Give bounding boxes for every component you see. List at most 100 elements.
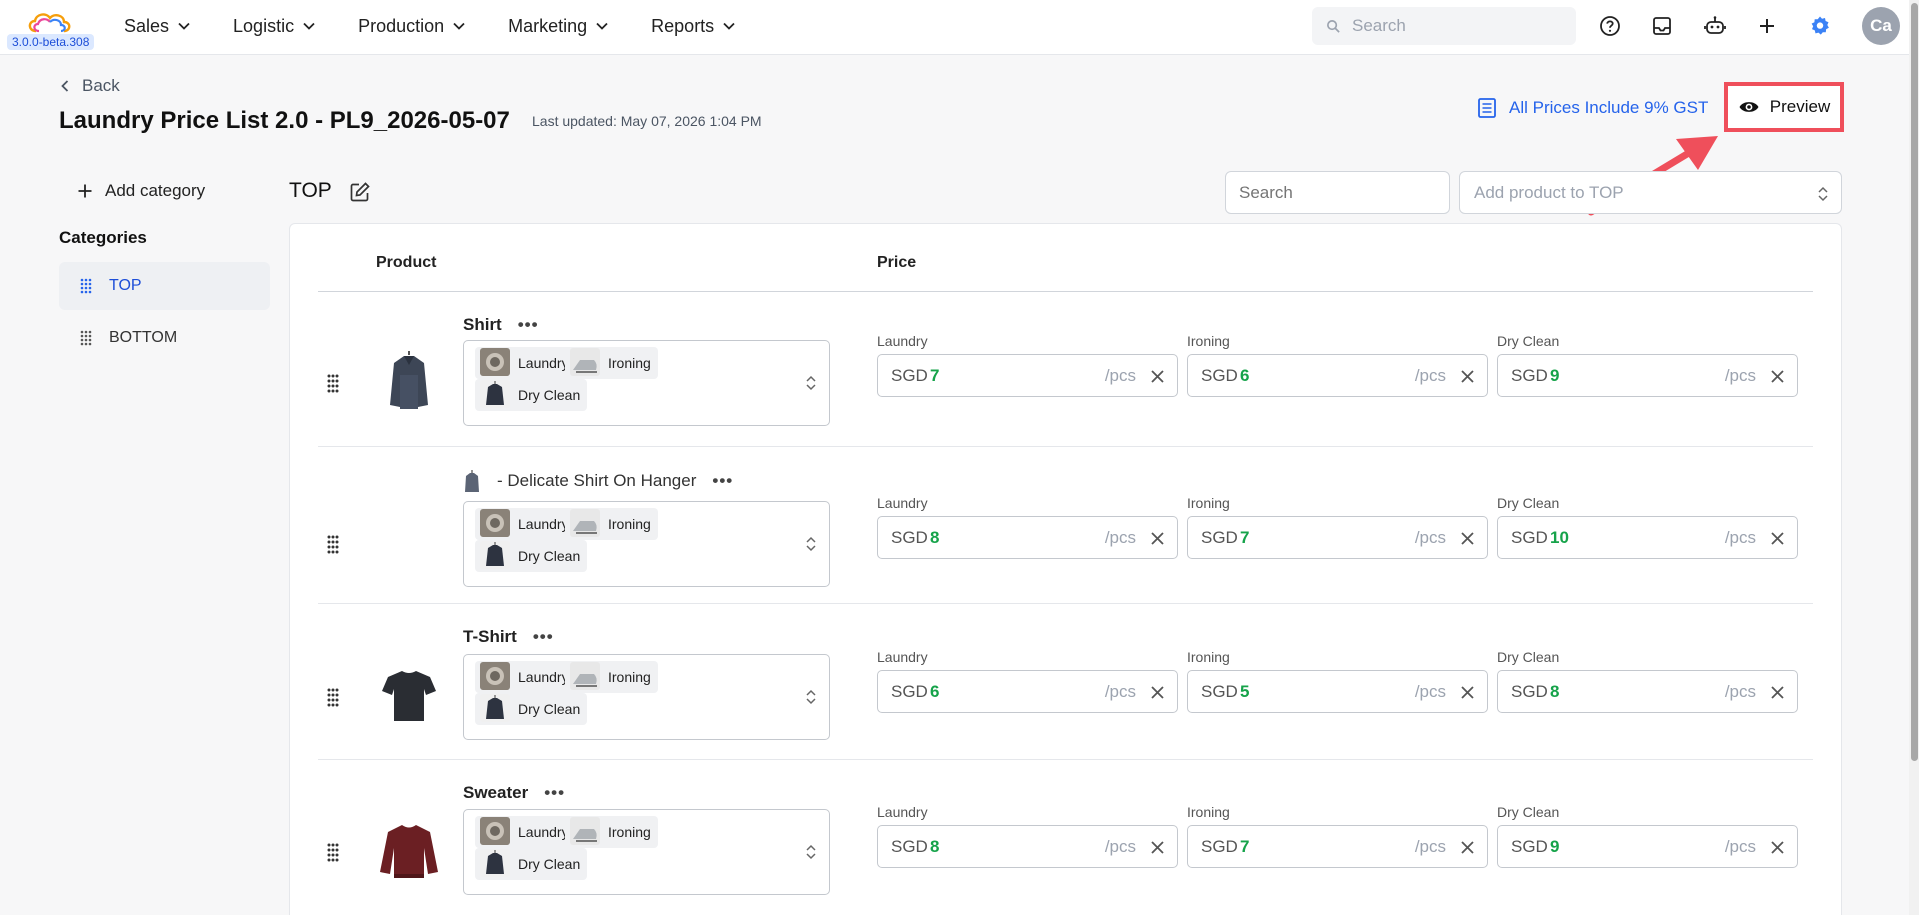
- price-input[interactable]: SGD 8/pcs: [877, 516, 1178, 559]
- service-chip[interactable]: Ironing: [565, 347, 658, 379]
- help-icon[interactable]: [1597, 13, 1623, 39]
- service-chip[interactable]: Ironing: [565, 508, 658, 540]
- service-chip[interactable]: Laundry: [475, 508, 576, 540]
- row-divider: [318, 446, 1813, 447]
- currency-label: SGD: [1201, 366, 1238, 385]
- category-item-top[interactable]: TOP: [59, 262, 270, 310]
- price-input[interactable]: SGD 9/pcs: [1497, 825, 1798, 868]
- price-input[interactable]: SGD 7/pcs: [1187, 825, 1488, 868]
- unit-label: /pcs: [1104, 528, 1136, 547]
- price-label: Ironing: [1187, 804, 1230, 820]
- gst-label: All Prices Include 9% GST: [1509, 98, 1709, 117]
- edit-icon[interactable]: [349, 181, 371, 203]
- service-thumbnail: [480, 347, 510, 379]
- service-chip-label: Ironing: [608, 355, 651, 371]
- drag-handle-icon: [80, 278, 92, 294]
- drag-handle-icon[interactable]: [322, 841, 344, 863]
- page-scrollbar[interactable]: [1909, 0, 1919, 915]
- price-value: 5: [1240, 682, 1250, 701]
- price-input[interactable]: SGD 6/pcs: [877, 670, 1178, 713]
- price-input[interactable]: SGD 10/pcs: [1497, 516, 1798, 559]
- service-chip[interactable]: Dry Clean: [475, 379, 588, 411]
- currency-label: SGD: [1511, 528, 1548, 547]
- user-avatar[interactable]: Ca: [1862, 7, 1900, 45]
- price-value: 8: [930, 837, 940, 856]
- services-select[interactable]: Laundry Ironing Dry Clean: [463, 809, 830, 895]
- service-chip-label: Dry Clean: [518, 387, 581, 403]
- nav-logistic[interactable]: Logistic: [233, 16, 316, 37]
- category-item-bottom[interactable]: BOTTOM: [59, 314, 270, 362]
- price-input[interactable]: SGD 7/pcs: [877, 354, 1178, 397]
- preview-button[interactable]: Preview: [1724, 82, 1844, 132]
- price-input[interactable]: SGD 9/pcs: [1497, 354, 1798, 397]
- price-label: Ironing: [1187, 333, 1230, 349]
- price-input[interactable]: SGD 8/pcs: [877, 825, 1178, 868]
- price-input[interactable]: SGD 5/pcs: [1187, 670, 1488, 713]
- product-name: Sweater •••: [463, 783, 565, 803]
- drag-handle-icon[interactable]: [322, 533, 344, 555]
- global-search-input[interactable]: Search: [1312, 7, 1576, 45]
- service-chip-label: Ironing: [608, 669, 651, 685]
- currency-label: SGD: [891, 682, 928, 701]
- drag-handle-icon[interactable]: [322, 372, 344, 394]
- service-chip-label: Laundry: [518, 355, 569, 371]
- service-chip[interactable]: Laundry: [475, 661, 576, 693]
- price-label: Ironing: [1187, 495, 1230, 511]
- service-chip-label: Laundry: [518, 824, 569, 840]
- nav-marketing[interactable]: Marketing: [508, 16, 609, 37]
- shirt-hanger-icon: [465, 470, 479, 492]
- add-icon[interactable]: [1754, 13, 1780, 39]
- services-select[interactable]: Laundry Ironing Dry Clean: [463, 501, 830, 587]
- more-options-icon[interactable]: •••: [712, 471, 733, 491]
- service-thumbnail: [570, 508, 600, 540]
- price-input[interactable]: SGD 6/pcs: [1187, 354, 1488, 397]
- nav-label: Marketing: [508, 15, 588, 36]
- service-chip[interactable]: Laundry: [475, 347, 576, 379]
- currency-label: SGD: [891, 528, 928, 547]
- unit-label: /pcs: [1104, 682, 1136, 701]
- settings-gear-icon[interactable]: [1807, 13, 1833, 39]
- service-chip-label: Dry Clean: [518, 548, 581, 564]
- add-product-select[interactable]: Add product to TOP: [1459, 171, 1842, 214]
- service-chip[interactable]: Dry Clean: [475, 848, 588, 880]
- product-name-text: - Delicate Shirt On Hanger: [497, 471, 697, 490]
- back-link[interactable]: Back: [60, 76, 120, 96]
- scrollbar-thumb[interactable]: [1911, 3, 1918, 761]
- nav-label: Production: [358, 15, 445, 36]
- more-options-icon[interactable]: •••: [544, 783, 565, 803]
- product-search-input[interactable]: [1225, 171, 1450, 214]
- back-label: Back: [82, 76, 120, 95]
- service-chip[interactable]: Dry Clean: [475, 693, 588, 725]
- services-select[interactable]: Laundry Ironing Dry Clean: [463, 654, 830, 740]
- category-label: BOTTOM: [109, 329, 178, 346]
- cloud-logo-icon[interactable]: [24, 9, 76, 35]
- service-chip[interactable]: Ironing: [565, 816, 658, 848]
- service-chip[interactable]: Laundry: [475, 816, 576, 848]
- service-chip[interactable]: Dry Clean: [475, 540, 588, 572]
- service-thumbnail: [480, 661, 510, 693]
- nav-reports[interactable]: Reports: [651, 16, 736, 37]
- price-input[interactable]: SGD 7/pcs: [1187, 516, 1488, 559]
- service-thumbnail: [480, 848, 510, 880]
- inbox-icon[interactable]: [1649, 13, 1675, 39]
- more-options-icon[interactable]: •••: [518, 315, 539, 335]
- add-category-button[interactable]: Add category: [77, 181, 205, 201]
- chevron-down-icon: [453, 22, 465, 30]
- service-thumbnail: [480, 540, 510, 572]
- service-thumbnail: [570, 816, 600, 848]
- categories-heading: Categories: [59, 228, 147, 247]
- robot-icon[interactable]: [1702, 13, 1728, 39]
- nav-sales[interactable]: Sales: [124, 16, 191, 37]
- unit-label: /pcs: [1414, 366, 1446, 385]
- services-select[interactable]: Laundry Ironing Dry Clean: [463, 340, 830, 426]
- more-options-icon[interactable]: •••: [533, 627, 554, 647]
- gst-info-link[interactable]: All Prices Include 9% GST: [1477, 97, 1708, 119]
- service-thumbnail: [570, 347, 600, 379]
- price-value: 10: [1550, 528, 1569, 547]
- price-value: 6: [1240, 366, 1250, 385]
- price-label: Dry Clean: [1497, 333, 1560, 349]
- price-input[interactable]: SGD 8/pcs: [1497, 670, 1798, 713]
- nav-production[interactable]: Production: [358, 16, 466, 37]
- drag-handle-icon[interactable]: [322, 686, 344, 708]
- service-chip[interactable]: Ironing: [565, 661, 658, 693]
